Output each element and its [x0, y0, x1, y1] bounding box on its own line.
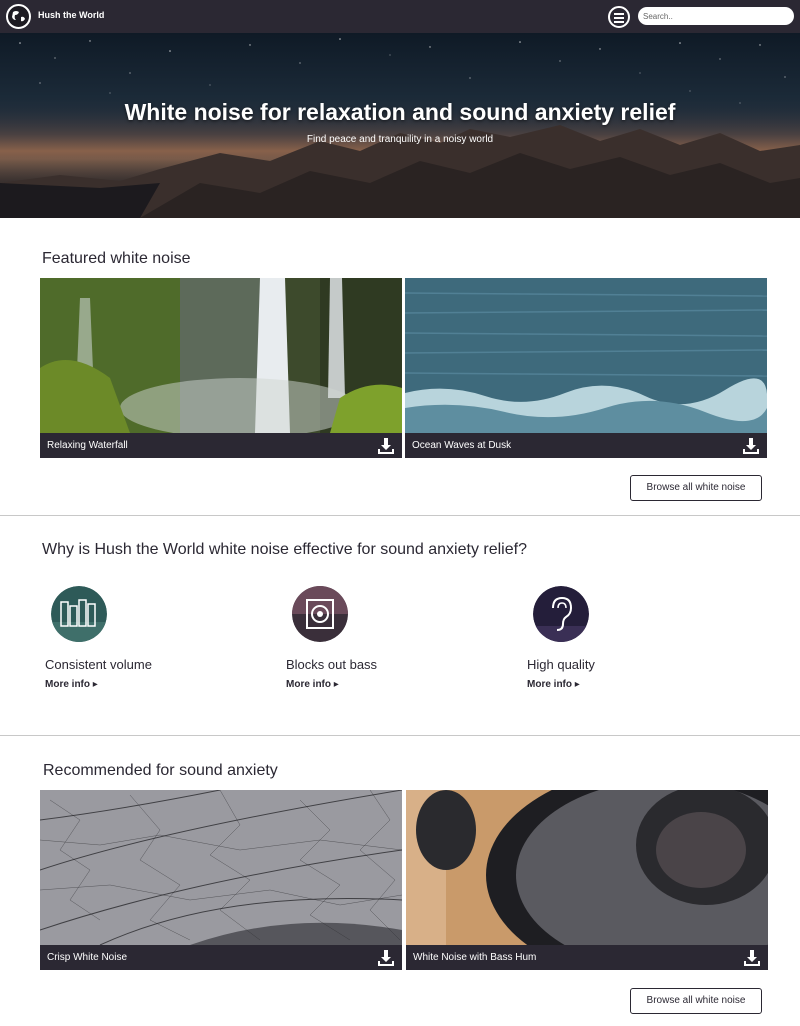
hero-banner: White noise for relaxation and sound anx… — [0, 33, 800, 218]
top-nav: Hush the World — [0, 0, 800, 33]
feature-title: Consistent volume — [45, 657, 152, 672]
search-input[interactable] — [638, 7, 794, 25]
ocean-waves-image[interactable] — [405, 278, 767, 433]
download-icon[interactable] — [743, 437, 759, 454]
equalizer-icon — [51, 586, 107, 642]
card-title[interactable]: Relaxing Waterfall — [47, 440, 128, 451]
globe-logo-icon[interactable] — [6, 4, 31, 29]
section-divider — [0, 515, 800, 516]
hero-subtitle: Find peace and tranquility in a noisy wo… — [306, 134, 494, 145]
card-relaxing-waterfall[interactable]: Relaxing Waterfall — [40, 278, 402, 458]
hero-title: White noise for relaxation and sound anx… — [124, 99, 676, 125]
feature-title: Blocks out bass — [286, 657, 378, 672]
menu-icon[interactable] — [608, 6, 630, 28]
card-bass-hum[interactable]: White Noise with Bass Hum — [406, 790, 768, 970]
leaf-veins-image[interactable] — [40, 790, 402, 945]
featured-heading: Featured white noise — [42, 250, 191, 267]
download-icon[interactable] — [378, 949, 394, 966]
more-info-link[interactable]: More info ▸ — [527, 679, 580, 690]
speaker-closeup-image[interactable] — [406, 790, 768, 945]
recommended-heading: Recommended for sound anxiety — [43, 762, 278, 779]
card-crisp-white-noise[interactable]: Crisp White Noise — [40, 790, 402, 970]
more-info-link[interactable]: More info ▸ — [286, 679, 339, 690]
download-icon[interactable] — [378, 437, 394, 454]
browse-all-button[interactable]: Browse all white noise — [630, 475, 762, 501]
download-icon[interactable] — [744, 949, 760, 966]
more-info-link[interactable]: More info ▸ — [45, 679, 98, 690]
speaker-icon — [292, 586, 348, 642]
section-divider — [0, 735, 800, 736]
brand-name[interactable]: Hush the World — [38, 10, 104, 20]
card-title[interactable]: White Noise with Bass Hum — [413, 952, 536, 963]
card-title[interactable]: Crisp White Noise — [47, 952, 127, 963]
feature-title: High quality — [527, 657, 595, 672]
waterfall-image[interactable] — [40, 278, 402, 433]
card-title[interactable]: Ocean Waves at Dusk — [412, 440, 511, 451]
why-heading: Why is Hush the World white noise effect… — [42, 541, 527, 558]
browse-all-button[interactable]: Browse all white noise — [630, 988, 762, 1014]
card-ocean-waves[interactable]: Ocean Waves at Dusk — [405, 278, 767, 458]
ear-icon — [533, 586, 589, 642]
